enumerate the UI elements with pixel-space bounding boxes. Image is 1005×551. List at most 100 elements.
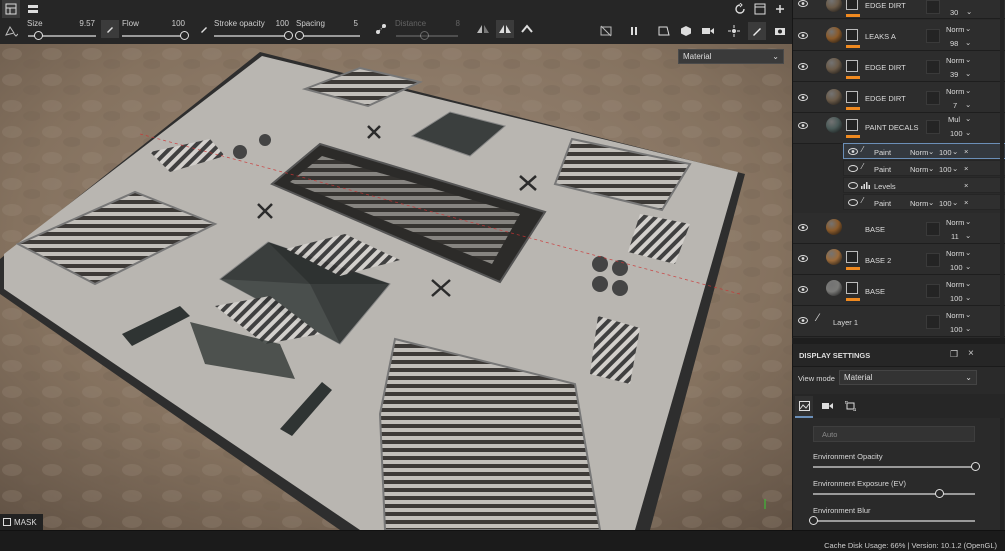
paint-brush-icon[interactable] (748, 22, 766, 40)
blend-mode[interactable]: Norm (946, 311, 964, 320)
layer-opacity[interactable]: 100 (950, 129, 963, 138)
layer-opacity[interactable]: 39 (950, 70, 958, 79)
layer-row[interactable]: EDGE DIRT 30 ⌄ (793, 0, 1005, 19)
blend-mode[interactable]: Norm (946, 249, 964, 258)
popout-icon[interactable]: ❐ (950, 349, 958, 360)
flow-value[interactable]: 100 (155, 19, 185, 28)
env-opacity-slider[interactable] (813, 466, 975, 468)
projection-icon[interactable] (518, 20, 536, 38)
spacing-slider-thumb[interactable] (295, 31, 305, 40)
layer-opacity[interactable]: 7 (953, 101, 957, 110)
sublayer-opacity[interactable]: 100 (939, 148, 952, 157)
blend-mode[interactable]: Norm (910, 199, 928, 208)
sublayer-row[interactable]: ⁄ Paint Norm ⌄ 100 ⌄ × (843, 194, 1005, 210)
cube-icon[interactable] (677, 22, 695, 40)
layer-row[interactable]: EDGE DIRT Norm ⌄ 7 ⌄ (793, 82, 1005, 113)
layer-opacity[interactable]: 11 (951, 232, 959, 241)
blend-mode[interactable]: Norm (946, 280, 964, 289)
eye-icon[interactable] (798, 0, 808, 7)
view-mode-icon[interactable] (655, 22, 673, 40)
pause-icon[interactable] (625, 22, 643, 40)
eye-icon[interactable] (798, 255, 808, 262)
sublayer-row[interactable]: ⁄ Paint Norm ⌄ 100 ⌄ × (843, 143, 1005, 159)
tab-viewport[interactable] (841, 396, 859, 416)
eye-icon[interactable] (798, 224, 808, 231)
layers-scrollbar[interactable] (1000, 0, 1004, 338)
stroke-opacity-value[interactable]: 100 (259, 19, 289, 28)
mirror-icon[interactable] (496, 20, 514, 38)
close-icon[interactable]: × (964, 164, 968, 173)
sublayer-row[interactable]: Levels × (843, 177, 1005, 193)
env-blur-slider[interactable] (813, 520, 975, 522)
size-slider-thumb[interactable] (34, 31, 44, 40)
stroke-opacity-slider-thumb[interactable] (284, 31, 293, 40)
symmetry-icon[interactable] (474, 20, 492, 38)
refresh-icon[interactable] (731, 0, 749, 18)
layout-icon[interactable] (2, 0, 20, 18)
blend-mode[interactable]: Norm (910, 148, 928, 157)
blend-mode[interactable]: Mul (948, 115, 960, 124)
layer-opacity[interactable]: 100 (950, 263, 963, 272)
panels-icon[interactable] (24, 0, 42, 18)
tab-camera[interactable] (819, 396, 837, 416)
sublayer-row[interactable]: ⁄ Paint Norm ⌄ 100 ⌄ × (843, 160, 1005, 176)
tab-environment[interactable] (795, 396, 813, 418)
eye-icon[interactable] (798, 286, 808, 293)
sublayer-opacity[interactable]: 100 (939, 165, 952, 174)
layer-opacity[interactable]: 100 (950, 325, 963, 334)
layer-opacity[interactable]: 98 (950, 39, 958, 48)
blend-mode[interactable]: Norm (946, 87, 964, 96)
eye-hidden-icon[interactable] (848, 182, 858, 189)
camera-video-icon[interactable] (699, 22, 717, 40)
eye-icon[interactable] (798, 94, 808, 101)
env-exposure-slider[interactable] (813, 493, 975, 495)
stroke-pen-icon[interactable] (195, 20, 213, 38)
view-mode-select[interactable]: Material ⌄ (839, 370, 977, 385)
eye-icon[interactable] (798, 317, 808, 324)
layer-opacity[interactable]: 30 (950, 8, 958, 17)
layer-row-folder[interactable]: PAINT DECALS Mul ⌄ 100 ⌄ (793, 113, 1005, 144)
spacing-slider[interactable] (298, 35, 360, 37)
eye-hidden-icon[interactable] (848, 165, 858, 172)
window-icon[interactable] (751, 0, 769, 18)
environment-map-field[interactable]: Auto (813, 426, 975, 442)
layer-row[interactable]: EDGE DIRT Norm ⌄ 39 ⌄ (793, 51, 1005, 82)
3d-viewport[interactable] (0, 44, 792, 530)
flow-slider-thumb[interactable] (180, 31, 189, 40)
env-blur-slider-thumb[interactable] (809, 516, 818, 525)
close-icon[interactable]: × (964, 198, 968, 207)
blend-mode[interactable]: Norm (946, 218, 964, 227)
sublayer-opacity[interactable]: 100 (939, 199, 952, 208)
env-opacity-slider-thumb[interactable] (971, 462, 980, 471)
screenshot-camera-icon[interactable] (771, 22, 789, 40)
eye-hidden-icon[interactable] (848, 199, 858, 206)
blend-mode[interactable]: Norm (946, 25, 964, 34)
eye-icon[interactable] (798, 63, 808, 70)
viewport-channel-dropdown[interactable]: Material ⌄ (678, 49, 784, 64)
layer-row[interactable]: LEAKS A Norm ⌄ 98 ⌄ (793, 20, 1005, 51)
blend-mode[interactable]: Norm (910, 165, 928, 174)
eye-icon[interactable] (798, 32, 808, 39)
layer-row[interactable]: BASE 2 Norm ⌄ 100 ⌄ (793, 244, 1005, 275)
eye-icon[interactable] (798, 122, 808, 129)
env-exposure-slider-thumb[interactable] (935, 489, 945, 498)
lazy-mouse-icon[interactable] (372, 20, 390, 38)
close-icon[interactable]: × (964, 181, 968, 190)
mask-badge[interactable]: MASK (0, 514, 43, 530)
size-value[interactable]: 9.57 (65, 19, 95, 28)
close-icon[interactable]: × (964, 147, 968, 156)
layer-row[interactable]: BASE Norm ⌄ 100 ⌄ (793, 275, 1005, 306)
spacing-value[interactable]: 5 (328, 19, 358, 28)
pen-pressure-icon[interactable] (101, 20, 119, 38)
light-icon[interactable] (725, 22, 743, 40)
layer-opacity[interactable]: 100 (950, 294, 963, 303)
flow-slider[interactable] (122, 35, 184, 37)
hide-overlay-icon[interactable] (597, 22, 615, 40)
layer-row[interactable]: BASE Norm ⌄ 11 ⌄ (793, 213, 1005, 244)
close-icon[interactable]: × (968, 348, 974, 359)
layer-row[interactable]: ⁄ Layer 1 Norm ⌄ 100 ⌄ (793, 306, 1005, 337)
blend-mode[interactable]: Norm (946, 56, 964, 65)
brush-shape-icon[interactable] (2, 22, 20, 40)
eye-icon[interactable] (848, 148, 858, 155)
stroke-opacity-slider[interactable] (214, 35, 288, 37)
